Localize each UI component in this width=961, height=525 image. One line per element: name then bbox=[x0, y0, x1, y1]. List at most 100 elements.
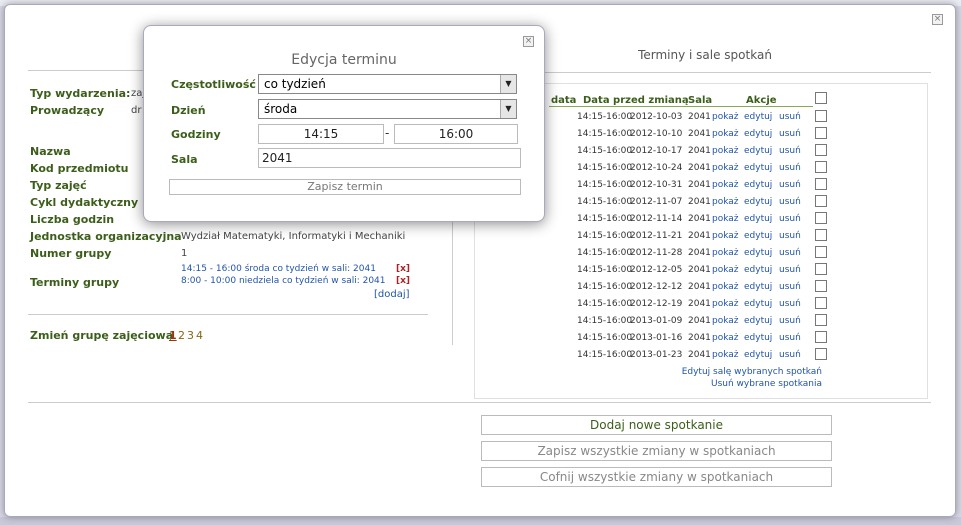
term-line[interactable]: 8:00 - 10:00 niedziela co tydzień w sali… bbox=[181, 276, 386, 286]
room-input[interactable]: 2041 bbox=[258, 148, 521, 168]
edit-link[interactable]: edytuj bbox=[744, 112, 772, 122]
show-link[interactable]: pokaż bbox=[712, 214, 739, 224]
row-checkbox[interactable] bbox=[815, 331, 827, 343]
chevron-down-icon[interactable]: ▼ bbox=[500, 100, 516, 118]
delete-link[interactable]: usuń bbox=[779, 112, 801, 122]
revert-all-button[interactable]: Cofnij wszystkie zmiany w spotkaniach bbox=[481, 467, 832, 487]
show-link[interactable]: pokaż bbox=[712, 333, 739, 343]
show-link[interactable]: pokaż bbox=[712, 112, 739, 122]
meeting-date: 2012-11-07 bbox=[630, 197, 683, 207]
meeting-time: 14:15-16:00 bbox=[577, 265, 633, 275]
save-all-button[interactable]: Zapisz wszystkie zmiany w spotkaniach bbox=[481, 441, 832, 461]
delete-link[interactable]: usuń bbox=[779, 333, 801, 343]
row-checkbox[interactable] bbox=[815, 280, 827, 292]
meeting-room: 2041 bbox=[688, 316, 711, 326]
delete-link[interactable]: usuń bbox=[779, 197, 801, 207]
show-link[interactable]: pokaż bbox=[712, 146, 739, 156]
edit-link[interactable]: edytuj bbox=[744, 248, 772, 258]
show-link[interactable]: pokaż bbox=[712, 248, 739, 258]
edit-link[interactable]: edytuj bbox=[744, 299, 772, 309]
delete-link[interactable]: usuń bbox=[779, 265, 801, 275]
frequency-select[interactable]: co tydzień ▼ bbox=[258, 74, 517, 94]
row-checkbox[interactable] bbox=[815, 263, 827, 275]
save-term-button[interactable]: Zapisz termin bbox=[169, 179, 521, 195]
show-link[interactable]: pokaż bbox=[712, 350, 739, 360]
divider bbox=[452, 215, 453, 345]
delete-selected-link[interactable]: Usuń wybrane spotkania bbox=[522, 379, 822, 389]
row-checkbox[interactable] bbox=[815, 212, 827, 224]
edit-link[interactable]: edytuj bbox=[744, 180, 772, 190]
edit-selected-rooms-link[interactable]: Edytuj salę wybranych spotkań bbox=[522, 367, 822, 377]
show-link[interactable]: pokaż bbox=[712, 180, 739, 190]
close-icon[interactable]: × bbox=[932, 14, 943, 25]
delete-link[interactable]: usuń bbox=[779, 350, 801, 360]
show-link[interactable]: pokaż bbox=[712, 299, 739, 309]
meeting-date: 2013-01-16 bbox=[630, 333, 683, 343]
delete-link[interactable]: usuń bbox=[779, 316, 801, 326]
delete-link[interactable]: usuń bbox=[779, 146, 801, 156]
group-page-3[interactable]: 3 bbox=[187, 329, 194, 342]
edit-link[interactable]: edytuj bbox=[744, 316, 772, 326]
edit-link[interactable]: edytuj bbox=[744, 350, 772, 360]
show-link[interactable]: pokaż bbox=[712, 231, 739, 241]
prowadzacy-value: dr bbox=[131, 105, 142, 116]
group-page-4[interactable]: 4 bbox=[196, 329, 203, 342]
time-from-input[interactable]: 14:15 bbox=[258, 124, 384, 144]
delete-link[interactable]: usuń bbox=[779, 180, 801, 190]
delete-term-icon[interactable]: [x] bbox=[396, 276, 410, 286]
show-link[interactable]: pokaż bbox=[712, 316, 739, 326]
label-kod-przedmiotu: Kod przedmiotu bbox=[30, 162, 129, 175]
group-page-1[interactable]: 1 bbox=[169, 329, 177, 342]
delete-link[interactable]: usuń bbox=[779, 214, 801, 224]
edit-link[interactable]: edytuj bbox=[744, 231, 772, 241]
row-checkbox[interactable] bbox=[815, 195, 827, 207]
meeting-room: 2041 bbox=[688, 112, 711, 122]
edit-link[interactable]: edytuj bbox=[744, 197, 772, 207]
meeting-date: 2013-01-23 bbox=[630, 350, 683, 360]
add-term-link[interactable]: [dodaj] bbox=[374, 289, 410, 300]
row-checkbox[interactable] bbox=[815, 144, 827, 156]
group-page-2[interactable]: 2 bbox=[178, 329, 185, 342]
row-checkbox[interactable] bbox=[815, 127, 827, 139]
term-line[interactable]: 14:15 - 16:00 środa co tydzień w sali: 2… bbox=[181, 264, 376, 274]
jednostka-value: Wydział Matematyki, Informatyki i Mechan… bbox=[181, 231, 406, 242]
row-checkbox[interactable] bbox=[815, 297, 827, 309]
edit-link[interactable]: edytuj bbox=[744, 163, 772, 173]
delete-link[interactable]: usuń bbox=[779, 299, 801, 309]
meeting-time: 14:15-16:00 bbox=[577, 146, 633, 156]
meeting-time: 14:15-16:00 bbox=[577, 214, 633, 224]
delete-link[interactable]: usuń bbox=[779, 129, 801, 139]
row-checkbox[interactable] bbox=[815, 246, 827, 258]
delete-link[interactable]: usuń bbox=[779, 282, 801, 292]
show-link[interactable]: pokaż bbox=[712, 265, 739, 275]
delete-link[interactable]: usuń bbox=[779, 231, 801, 241]
row-checkbox[interactable] bbox=[815, 178, 827, 190]
select-all-checkbox[interactable] bbox=[815, 92, 827, 104]
day-select[interactable]: środa ▼ bbox=[258, 99, 517, 119]
show-link[interactable]: pokaż bbox=[712, 282, 739, 292]
time-to-input[interactable]: 16:00 bbox=[394, 124, 518, 144]
edit-link[interactable]: edytuj bbox=[744, 214, 772, 224]
delete-link[interactable]: usuń bbox=[779, 163, 801, 173]
row-checkbox[interactable] bbox=[815, 229, 827, 241]
row-checkbox[interactable] bbox=[815, 161, 827, 173]
delete-link[interactable]: usuń bbox=[779, 248, 801, 258]
chevron-down-icon[interactable]: ▼ bbox=[500, 75, 516, 93]
close-icon[interactable]: × bbox=[523, 36, 534, 47]
meeting-date: 2012-11-28 bbox=[630, 248, 683, 258]
row-checkbox[interactable] bbox=[815, 314, 827, 326]
edit-link[interactable]: edytuj bbox=[744, 282, 772, 292]
label-room: Sala bbox=[171, 153, 198, 166]
row-checkbox[interactable] bbox=[815, 348, 827, 360]
edit-link[interactable]: edytuj bbox=[744, 129, 772, 139]
row-checkbox[interactable] bbox=[815, 110, 827, 122]
delete-term-icon[interactable]: [x] bbox=[396, 264, 410, 274]
show-link[interactable]: pokaż bbox=[712, 163, 739, 173]
label-day: Dzień bbox=[171, 104, 206, 117]
add-meeting-button[interactable]: Dodaj nowe spotkanie bbox=[481, 415, 832, 435]
show-link[interactable]: pokaż bbox=[712, 129, 739, 139]
edit-link[interactable]: edytuj bbox=[744, 265, 772, 275]
edit-link[interactable]: edytuj bbox=[744, 146, 772, 156]
edit-link[interactable]: edytuj bbox=[744, 333, 772, 343]
show-link[interactable]: pokaż bbox=[712, 197, 739, 207]
